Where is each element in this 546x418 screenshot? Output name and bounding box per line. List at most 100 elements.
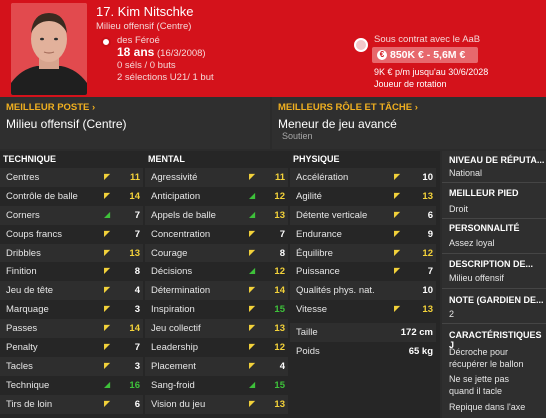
attribute-name: Accélération	[296, 172, 349, 183]
attribute-value: 13	[274, 398, 285, 410]
yellow-arrow-icon: ◤	[394, 172, 401, 181]
trait-3: Repique dans l'axe	[449, 402, 526, 412]
green-arrow-icon: ◢	[249, 190, 256, 200]
player-name[interactable]: 17. Kim Nitschke	[96, 4, 194, 19]
attribute-value: 13	[129, 247, 140, 259]
attribute-row[interactable]: Décisions ◢ 12	[145, 262, 288, 281]
attribute-name: Courage	[151, 247, 188, 259]
attributes-panel: TECHNIQUE Centres ◤ 11 Contrôle de balle ◤ 14…	[0, 151, 440, 418]
attribute-row[interactable]: Coups francs ◤ 7	[0, 225, 143, 244]
attribute-value: 16	[129, 379, 140, 391]
green-arrow-icon: ◢	[104, 379, 111, 389]
attribute-row[interactable]: Contrôle de balle ◤ 14	[0, 187, 143, 206]
attribute-row[interactable]: Agilité ◤ 13	[290, 187, 436, 206]
attribute-row[interactable]: Endurance ◤ 9	[290, 225, 436, 244]
attribute-row[interactable]: Technique ◢ 16	[0, 376, 143, 395]
attribute-value: 6	[134, 398, 140, 410]
attribute-row[interactable]: Leadership ◤ 12	[145, 338, 288, 357]
attribute-row[interactable]: Vitesse ◤ 13	[290, 300, 436, 319]
attribute-value: 8	[134, 266, 140, 278]
yellow-arrow-icon: ◤	[394, 247, 401, 257]
yellow-arrow-icon: ◤	[249, 247, 256, 257]
attribute-name: Jeu de tête	[6, 285, 54, 297]
attribute-row[interactable]: Appels de balle ◢ 13	[145, 205, 288, 225]
attribute-value: 11	[129, 172, 140, 183]
attribute-value: 7	[279, 228, 285, 240]
attribute-row[interactable]: Marquage ◤ 3	[0, 300, 143, 319]
attribute-row[interactable]: Poids 65 kg	[290, 342, 436, 361]
trait-1-line-2: récupérer le ballon	[449, 359, 524, 369]
yellow-arrow-icon: ◤	[249, 172, 256, 181]
attribute-row[interactable]: Puissance ◤ 7	[290, 262, 436, 281]
attribute-name: Technique	[6, 379, 50, 391]
mental-column: MENTAL Agressivité ◤ 11 Anticipation ◢ 12 Appe…	[145, 151, 288, 418]
best-role-panel: MEILLEURS RÔLE ET TÂCHE › Meneur de jeu …	[272, 97, 546, 149]
attribute-name: Détermination	[151, 285, 211, 297]
player-u21: 2 sélections U21/ 1 but	[117, 72, 214, 83]
club-logo-icon[interactable]	[354, 38, 368, 52]
attribute-name: Marquage	[6, 304, 49, 316]
money-icon: €	[377, 50, 387, 60]
attribute-row[interactable]: Jeu collectif ◤ 13	[145, 319, 288, 339]
attribute-row[interactable]: Qualités phys. nat. 10	[290, 281, 436, 301]
physique-header: PHYSIQUE	[293, 154, 340, 164]
yellow-arrow-icon: ◤	[394, 304, 401, 314]
attribute-name: Corners	[6, 209, 40, 221]
attribute-row[interactable]: Détente verticale ◤ 6	[290, 205, 436, 225]
attribute-value: 13	[274, 323, 285, 335]
attribute-value: 15	[274, 379, 285, 391]
attribute-row[interactable]: Détermination ◤ 14	[145, 281, 288, 301]
player-header: 17. Kim Nitschke Milieu offensif (Centre…	[0, 0, 546, 97]
transfer-value: 850K € - 5,6M €	[390, 49, 466, 61]
best-role-value: Meneur de jeu avancé	[278, 117, 397, 131]
yellow-arrow-icon: ◤	[249, 285, 256, 295]
attribute-row[interactable]: Sang-froid ◢ 15	[145, 376, 288, 395]
attribute-row[interactable]: Centres ◤ 11	[0, 168, 143, 187]
attribute-value: 4	[134, 285, 140, 297]
attribute-row[interactable]: Tacles ◤ 3	[0, 356, 143, 376]
attribute-name: Coups francs	[6, 228, 62, 240]
attribute-row[interactable]: Équilibre ◤ 12	[290, 243, 436, 263]
squad-role: Joueur de rotation	[374, 79, 447, 89]
attribute-row[interactable]: Accélération ◤ 10	[290, 168, 436, 187]
best-position-title-text: MEILLEUR POSTE	[6, 102, 90, 113]
attribute-row[interactable]: Tirs de loin ◤ 6	[0, 394, 143, 414]
attribute-name: Centres	[6, 172, 40, 183]
attribute-row[interactable]: Volume de jeu◤11	[145, 414, 288, 418]
attribute-row[interactable]: Vision du jeu ◤ 13	[145, 394, 288, 414]
divider	[442, 253, 546, 254]
player-profile: { "header": { "name": "17. Kim Nitschke"…	[0, 0, 546, 418]
description-value: Milieu offensif	[449, 273, 504, 283]
trait-2-line-1: Ne se jette pas	[449, 374, 510, 384]
description-title: Description DE...	[449, 259, 534, 269]
attribute-row[interactable]: Penalty ◤ 7	[0, 338, 143, 357]
attribute-value: 3	[134, 360, 140, 372]
yellow-arrow-icon: ◤	[249, 323, 256, 333]
attribute-row[interactable]: Passes ◤ 14	[0, 319, 143, 339]
divider	[442, 218, 546, 219]
best-position-title[interactable]: MEILLEUR POSTE ›	[6, 102, 95, 113]
yellow-arrow-icon: ◤	[394, 209, 401, 219]
attribute-value: 7	[134, 209, 140, 221]
best-role-duty: Soutien	[282, 131, 313, 141]
divider	[442, 182, 546, 183]
attribute-row[interactable]: Courage ◤ 8	[145, 243, 288, 263]
yellow-arrow-icon: ◤	[394, 190, 401, 200]
attribute-row[interactable]: Agressivité ◤ 11	[145, 168, 288, 187]
attribute-row[interactable]: Dribbles ◤ 13	[0, 243, 143, 263]
attribute-row[interactable]: Jeu de tête ◤ 4	[0, 281, 143, 301]
attribute-row[interactable]: Anticipation ◢ 12	[145, 187, 288, 206]
attribute-value: 12	[422, 247, 433, 259]
attribute-row[interactable]: Inspiration ◤ 15	[145, 300, 288, 319]
attribute-row[interactable]: Placement ◤ 4	[145, 356, 288, 376]
attribute-row[interactable]: Corners ◢ 7	[0, 205, 143, 225]
attribute-value: 9	[427, 228, 433, 240]
best-role-title[interactable]: MEILLEURS RÔLE ET TÂCHE ›	[278, 102, 418, 113]
physique-column: PHYSIQUE Accélération ◤ 10 Agilité ◤ 13 Détent…	[290, 151, 436, 361]
attribute-row[interactable]: Touches longues◤2	[0, 414, 143, 418]
attribute-row[interactable]: Finition ◤ 8	[0, 262, 143, 281]
transfer-value-badge[interactable]: € 850K € - 5,6M €	[372, 47, 478, 63]
attribute-row[interactable]: Concentration ◤ 7	[145, 225, 288, 244]
yellow-arrow-icon: ◤	[249, 398, 256, 408]
attribute-row[interactable]: Taille 172 cm	[290, 323, 436, 343]
